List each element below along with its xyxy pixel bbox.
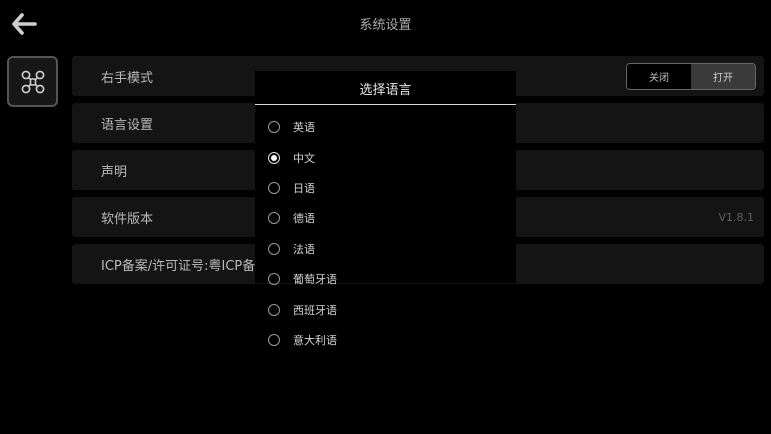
right-hand-mode-label: 右手模式 [101, 70, 154, 86]
software-version-value: V1.8.1 [718, 210, 754, 224]
language-option-french[interactable]: 法语 [255, 234, 516, 264]
language-option-label: 葡萄牙语 [293, 273, 337, 287]
language-option-japanese[interactable]: 日语 [255, 173, 516, 203]
language-option-label: 英语 [293, 121, 315, 135]
drone-icon [21, 70, 44, 93]
language-option-label: 中文 [293, 151, 315, 165]
radio-icon[interactable] [268, 273, 280, 286]
radio-icon[interactable] [268, 303, 280, 316]
radio-icon[interactable] [268, 212, 280, 225]
icp-label: ICP备案/许可证号:粤ICP备 [101, 258, 256, 274]
radio-icon[interactable] [268, 121, 280, 134]
language-option-german[interactable]: 德语 [255, 203, 516, 233]
page-title: 系统设置 [359, 18, 412, 33]
language-dialog-title: 选择语言 [255, 71, 516, 105]
radio-icon[interactable] [268, 333, 280, 346]
language-option-english[interactable]: 英语 [255, 112, 516, 142]
statement-label: 声明 [101, 164, 128, 180]
software-version-label: 软件版本 [101, 211, 154, 227]
language-option-chinese[interactable]: 中文 [255, 142, 516, 172]
language-option-label: 意大利语 [293, 333, 337, 347]
radio-icon[interactable] [268, 242, 280, 255]
language-options: 英语 中文 日语 德语 法语 葡萄牙语 西班牙语 意大利语 [255, 112, 516, 355]
language-option-spanish[interactable]: 西班牙语 [255, 294, 516, 324]
language-option-portuguese[interactable]: 葡萄牙语 [255, 264, 516, 294]
language-setting-label: 语言设置 [101, 117, 154, 133]
language-option-label: 法语 [293, 242, 315, 256]
language-option-label: 西班牙语 [293, 303, 337, 317]
right-hand-mode-toggle[interactable]: 关闭 打开 [626, 63, 756, 90]
language-option-label: 德语 [293, 212, 315, 226]
sidebar-item-drone[interactable] [7, 56, 58, 107]
language-option-label: 日语 [293, 181, 315, 195]
radio-checked-icon[interactable] [268, 151, 280, 164]
toggle-off-button[interactable]: 关闭 [627, 64, 691, 89]
toggle-on-button[interactable]: 打开 [691, 64, 755, 89]
language-option-italian[interactable]: 意大利语 [255, 325, 516, 355]
radio-icon[interactable] [268, 181, 280, 194]
